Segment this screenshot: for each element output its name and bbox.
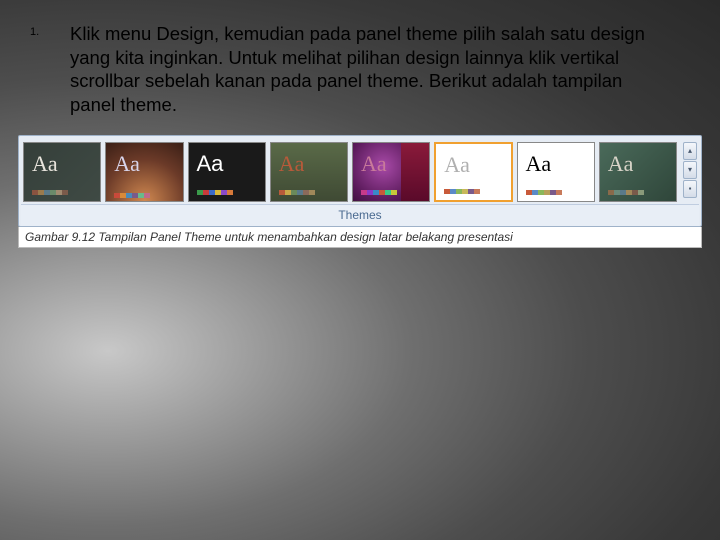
- theme-aa-sample: Aa: [526, 151, 552, 177]
- themes-panel-label: Themes: [21, 204, 699, 226]
- theme-thumbnail-7[interactable]: Aa: [517, 142, 595, 202]
- scroll-up-button[interactable]: ▴: [683, 142, 697, 160]
- theme-thumbnail-2[interactable]: Aa: [105, 142, 183, 202]
- theme-aa-sample: Aa: [197, 151, 224, 177]
- theme-thumbnail-4[interactable]: Aa: [270, 142, 348, 202]
- figure-caption: Gambar 9.12 Tampilan Panel Theme untuk m…: [18, 227, 702, 248]
- theme-aa-sample: Aa: [32, 151, 58, 177]
- theme-aa-sample: Aa: [361, 151, 387, 177]
- theme-aa-sample: Aa: [444, 152, 470, 178]
- list-number: 1.: [30, 22, 70, 117]
- theme-aa-sample: Aa: [608, 151, 634, 177]
- scroll-more-button[interactable]: ▪: [683, 180, 697, 198]
- theme-thumbnail-6-selected[interactable]: Aa: [434, 142, 512, 202]
- scroll-down-button[interactable]: ▾: [683, 161, 697, 179]
- theme-thumbnail-5[interactable]: Aa: [352, 142, 430, 202]
- themes-panel: Aa Aa Aa Aa Aa Aa Aa Aa ▴ ▾ ▪ Themes: [18, 135, 702, 227]
- theme-thumbnail-8[interactable]: Aa: [599, 142, 677, 202]
- instruction-text: Klik menu Design, kemudian pada panel th…: [70, 22, 690, 117]
- theme-aa-sample: Aa: [114, 151, 140, 177]
- themes-scrollbar: ▴ ▾ ▪: [683, 142, 697, 202]
- theme-thumbnails-row: Aa Aa Aa Aa Aa Aa Aa Aa ▴ ▾ ▪: [21, 140, 699, 204]
- theme-thumbnail-3[interactable]: Aa: [188, 142, 266, 202]
- theme-aa-sample: Aa: [279, 151, 305, 177]
- theme-thumbnail-1[interactable]: Aa: [23, 142, 101, 202]
